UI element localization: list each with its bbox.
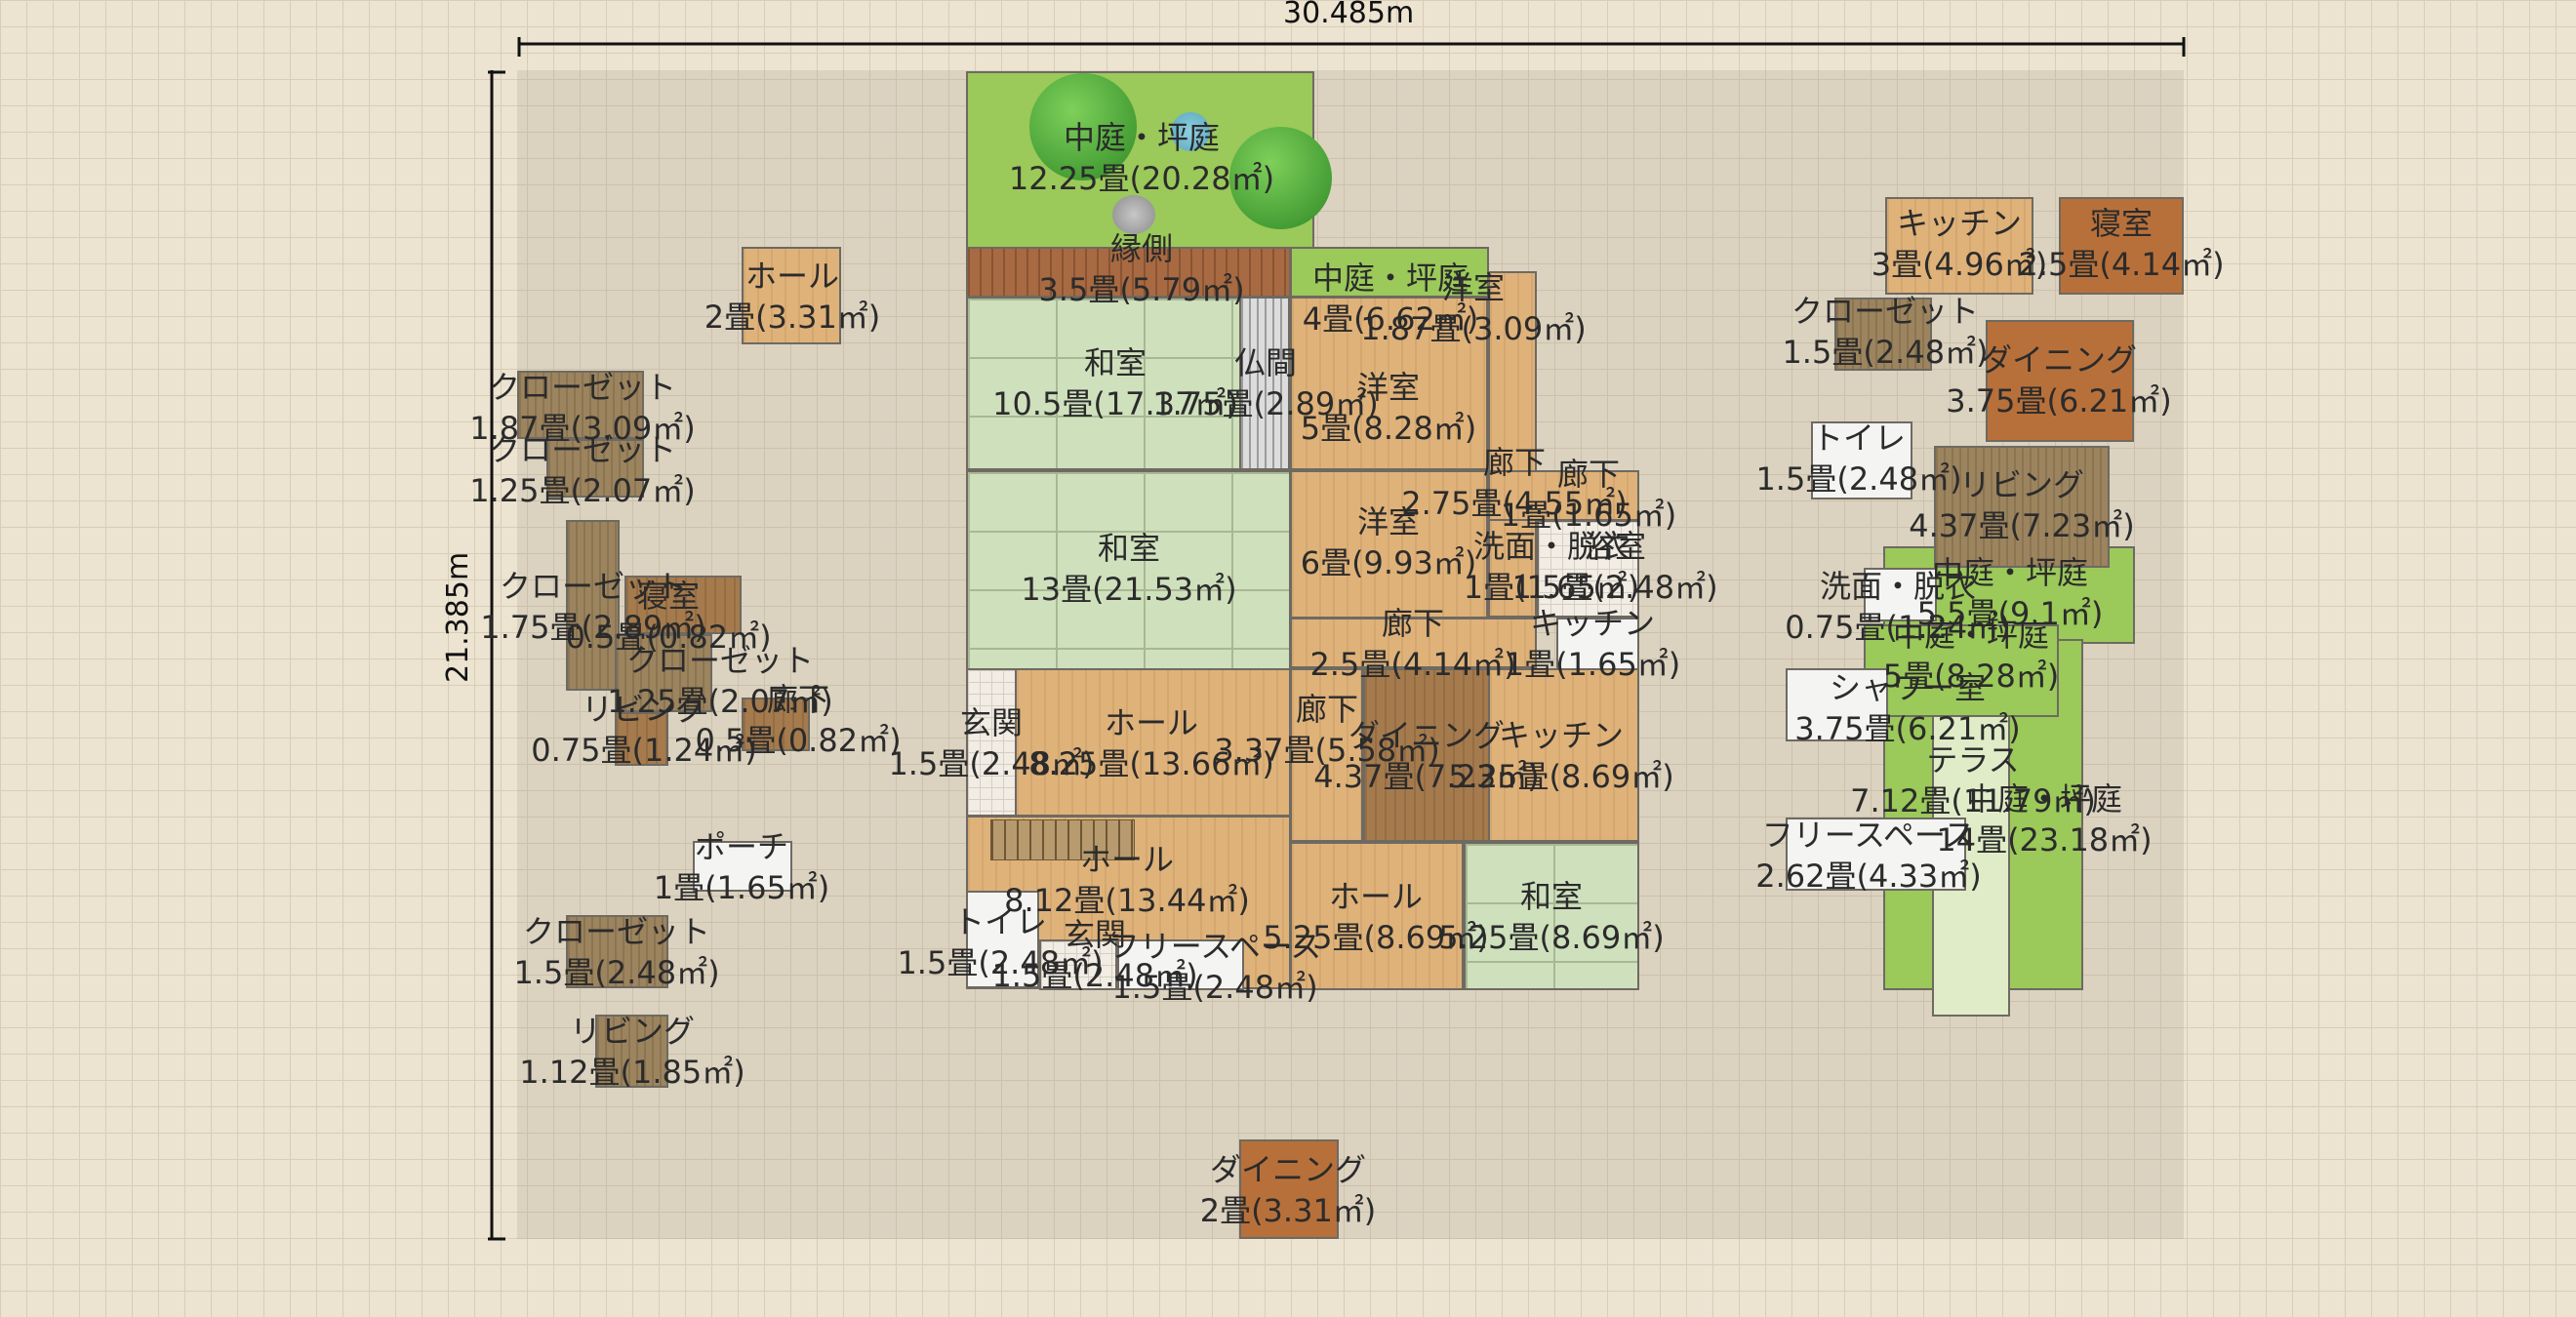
room-name: ホール <box>745 258 839 295</box>
room-name: 中庭・坪庭 <box>1063 119 1221 156</box>
room-area: 1.25畳(2.07㎡) <box>469 472 696 509</box>
room-area: 2畳(3.31㎡) <box>704 299 881 336</box>
room-area: 13畳(21.53㎡) <box>1021 571 1237 608</box>
room-label: 洋室 5畳(8.28㎡) <box>1301 367 1477 449</box>
room-label: リビング 1.12畳(1.85㎡) <box>519 1011 745 1093</box>
room-area: 1.5畳(2.48㎡) <box>1511 569 1718 606</box>
room-name: 廊下 <box>1381 605 1444 642</box>
room-area: 1.87畳(3.09㎡) <box>1360 310 1587 347</box>
room-name: 和室 <box>1519 878 1584 915</box>
room-name: ダイニング <box>1209 1151 1366 1188</box>
room-label: 寝室 2.5畳(4.14㎡) <box>2018 203 2224 285</box>
room-area: 5.25畳(8.69㎡) <box>1448 758 1674 795</box>
room-area: 1畳(1.65㎡) <box>653 869 830 906</box>
room-name: 縁側 <box>1109 230 1173 267</box>
room-area: 1.5畳(2.48㎡) <box>513 954 720 991</box>
room-area: 1.12畳(1.85㎡) <box>519 1054 745 1091</box>
room-name: フリースペース <box>1107 928 1322 965</box>
room-name: キッチン <box>1529 605 1655 642</box>
room-area: 12.25畳(20.28㎡) <box>1008 160 1275 197</box>
room-name: 廊下 <box>1556 456 1620 493</box>
room-area: 3.5畳(5.79㎡) <box>1038 271 1245 308</box>
room-name: クローゼット <box>1791 293 1979 330</box>
room-name: リビング <box>1958 466 2085 503</box>
room-label: リビング 4.37畳(7.23㎡) <box>1909 464 2134 546</box>
room-name: ホール <box>1079 841 1174 878</box>
room-area: 1畳(1.65㎡) <box>1504 646 1681 683</box>
room-label: ホール 2畳(3.31㎡) <box>704 256 881 338</box>
room-label: 和室 13畳(21.53㎡) <box>1021 528 1236 610</box>
room-name: 廊下 <box>766 681 829 718</box>
room-name: 寝室 <box>636 578 700 615</box>
room-label: キッチン 5.25畳(8.69㎡) <box>1448 715 1673 797</box>
room-name: 浴室 <box>1583 528 1646 565</box>
room-label: 廊下 0.5畳(0.82㎡) <box>695 679 901 761</box>
room-name: テラス <box>1926 741 2020 778</box>
room-name: ダイニング <box>1980 341 2138 379</box>
room-name: 中庭・坪庭 <box>1965 780 2122 818</box>
room-label: 和室 5.25畳(8.69㎡) <box>1438 876 1664 958</box>
room-label: 洋室 1.87畳(3.09㎡) <box>1360 267 1586 349</box>
room-name: クローゼット <box>488 431 677 468</box>
room-label: ポーチ 1畳(1.65㎡) <box>654 826 830 908</box>
room-label: シャワー室 3.75畳(6.21㎡) <box>1794 667 2020 749</box>
room-label: フリースペース 1.5畳(2.48㎡) <box>1108 926 1322 1008</box>
room-area: 4.37畳(7.23㎡) <box>1909 507 2135 544</box>
room-label: クローゼット 1.5畳(2.48㎡) <box>513 911 719 993</box>
width-dimension-label: 30.485m <box>1283 0 1415 30</box>
room-name: 洋室 <box>1441 269 1506 306</box>
room-area: 2畳(3.31㎡) <box>1199 1192 1377 1229</box>
room-area: 5.25畳(8.69㎡) <box>1438 919 1665 956</box>
room-label: ダイニング 2畳(3.31㎡) <box>1200 1149 1377 1231</box>
room-name: 和室 <box>1097 530 1160 567</box>
room-label: クローゼット 1.25畳(2.07㎡) <box>469 429 695 511</box>
room-label: 浴室 1.5畳(2.48㎡) <box>1511 526 1717 608</box>
room-name: キッチン <box>1498 717 1625 754</box>
room-label: 廊下 2.5畳(4.14㎡) <box>1309 603 1515 685</box>
room-area: 2.62畳(4.33㎡) <box>1755 858 1982 895</box>
room-name: リビング <box>569 1013 696 1050</box>
room-name: 寝室 <box>2089 205 2153 242</box>
room-name: クローゼット <box>488 369 677 406</box>
room-name: トイレ <box>1811 419 1906 457</box>
height-dimension-label: 21.385m <box>441 551 475 683</box>
room-name: 洋室 <box>1356 369 1420 406</box>
room-label: 縁側 3.5畳(5.79㎡) <box>1038 228 1244 310</box>
room-name: 中庭・坪庭 <box>1892 617 2049 654</box>
room-label: キッチン 1畳(1.65㎡) <box>1505 603 1681 685</box>
room-name: クローゼット <box>522 913 710 950</box>
room-name: シャワー室 <box>1829 669 1987 706</box>
room-label: 中庭・坪庭 12.25畳(20.28㎡) <box>1009 117 1274 199</box>
room-name: クローゼット <box>625 642 815 679</box>
room-label: 廊下 1畳(1.65㎡) <box>1501 454 1677 536</box>
room-label: ダイニング 3.75畳(6.21㎡) <box>1946 339 2171 421</box>
room-area: 1.5畳(2.48㎡) <box>1111 969 1318 1006</box>
room-area: 2.5畳(4.14㎡) <box>2018 246 2225 283</box>
room-area: 3.75畳(6.21㎡) <box>1946 382 2172 419</box>
room-area: 0.5畳(0.82㎡) <box>695 722 902 759</box>
room-area: 2.5畳(4.14㎡) <box>1309 646 1516 683</box>
room-label: フリースペース 2.62畳(4.33㎡) <box>1755 815 1981 897</box>
room-area: 6畳(9.93㎡) <box>1300 544 1477 581</box>
room-name: 洗面・脱衣 <box>1819 568 1977 605</box>
room-name: フリースペース <box>1761 817 1976 854</box>
room-name: ポーチ <box>694 828 788 865</box>
floor-plan-canvas[interactable]: 30.485m 21.385m 中庭・坪庭 12.25畳(20.28㎡) 縁側 … <box>0 0 2576 1317</box>
